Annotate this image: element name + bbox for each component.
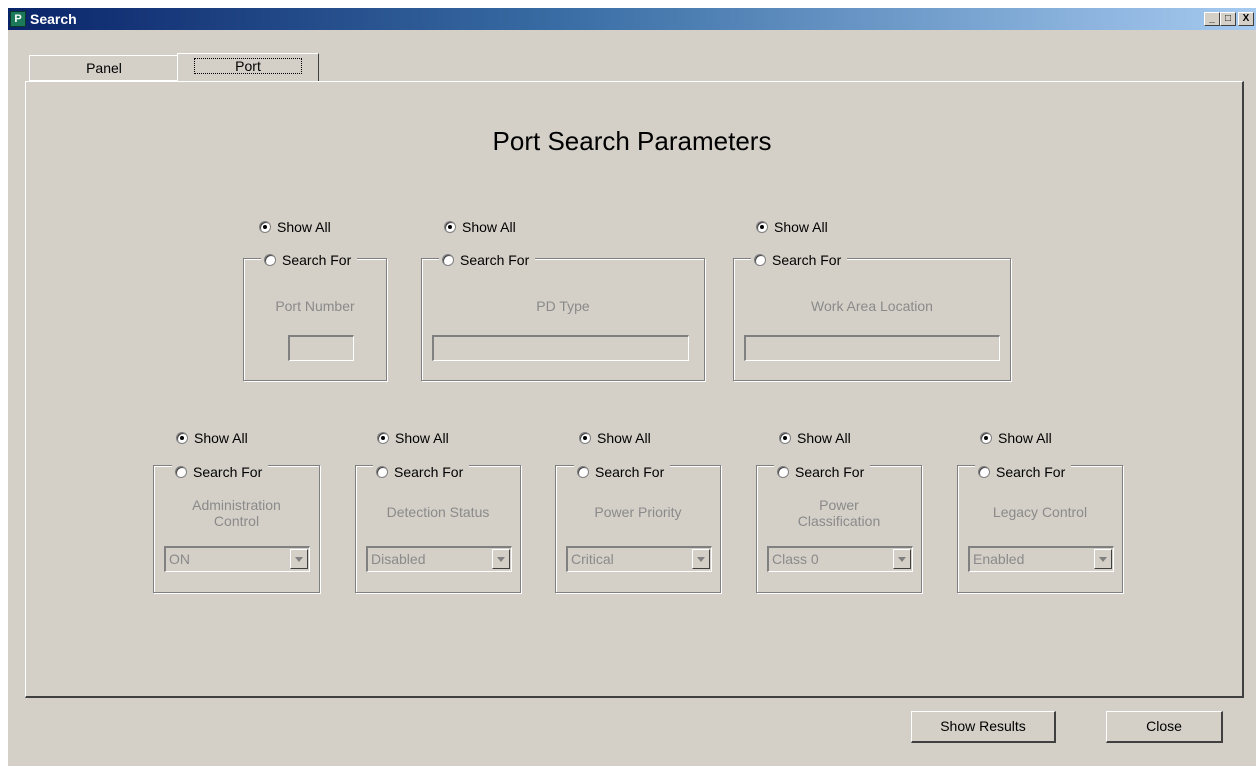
radio-unchecked-icon xyxy=(577,466,589,478)
radio-label: Search For xyxy=(996,464,1066,480)
chevron-down-icon[interactable] xyxy=(290,549,308,569)
chevron-down-icon[interactable] xyxy=(1094,549,1112,569)
chevron-down-icon[interactable] xyxy=(492,549,510,569)
chevron-down-icon[interactable] xyxy=(893,549,911,569)
port-number-show-all-radio[interactable]: Show All xyxy=(259,218,331,236)
work-area-location-input[interactable] xyxy=(744,335,1000,361)
radio-checked-icon xyxy=(579,432,591,444)
detection-status-show-all-radio[interactable]: Show All xyxy=(377,429,449,447)
work-area-location-label: Work Area Location xyxy=(811,298,933,314)
legacy-control-search-for-radio[interactable]: Search For xyxy=(975,463,1072,481)
radio-label: Search For xyxy=(795,464,865,480)
window-title: Search xyxy=(30,11,77,27)
work-area-search-for-radio[interactable]: Search For xyxy=(751,251,848,269)
radio-label: Search For xyxy=(282,252,352,268)
radio-checked-icon xyxy=(377,432,389,444)
legacy-control-select[interactable]: Enabled xyxy=(968,546,1114,572)
radio-unchecked-icon xyxy=(777,466,789,478)
tab-panel[interactable]: Panel xyxy=(29,55,179,81)
title-bar[interactable]: P Search _ □ X xyxy=(8,8,1256,30)
pd-type-group: PD Type xyxy=(421,258,705,381)
detection-status-label: Detection Status xyxy=(386,504,490,520)
radio-label: Show All xyxy=(597,430,651,446)
power-classification-value: Class 0 xyxy=(772,551,819,567)
legacy-control-show-all-radio[interactable]: Show All xyxy=(980,429,1052,447)
radio-unchecked-icon xyxy=(376,466,388,478)
port-number-input[interactable] xyxy=(288,335,354,361)
tab-panel-frame xyxy=(25,81,1244,698)
radio-checked-icon xyxy=(779,432,791,444)
pd-type-show-all-radio[interactable]: Show All xyxy=(444,218,516,236)
admin-control-select[interactable]: ON xyxy=(164,546,310,572)
radio-checked-icon xyxy=(756,221,768,233)
power-priority-value: Critical xyxy=(571,551,614,567)
power-priority-search-for-radio[interactable]: Search For xyxy=(574,463,671,481)
power-classification-select[interactable]: Class 0 xyxy=(767,546,913,572)
work-area-show-all-radio[interactable]: Show All xyxy=(756,218,828,236)
app-icon: P xyxy=(10,11,26,27)
radio-unchecked-icon xyxy=(175,466,187,478)
detection-status-select[interactable]: Disabled xyxy=(366,546,512,572)
radio-label: Search For xyxy=(595,464,665,480)
radio-checked-icon xyxy=(259,221,271,233)
radio-label: Search For xyxy=(460,252,530,268)
power-priority-show-all-radio[interactable]: Show All xyxy=(579,429,651,447)
pd-type-input[interactable] xyxy=(432,335,689,361)
port-number-label: Port Number xyxy=(275,298,355,314)
admin-control-value: ON xyxy=(169,551,190,567)
radio-label: Show All xyxy=(462,219,516,235)
detection-status-search-for-radio[interactable]: Search For xyxy=(373,463,470,481)
radio-label: Show All xyxy=(797,430,851,446)
power-classification-show-all-radio[interactable]: Show All xyxy=(779,429,851,447)
radio-checked-icon xyxy=(444,221,456,233)
radio-label: Show All xyxy=(277,219,331,235)
power-priority-label: Power Priority xyxy=(594,504,682,520)
radio-label: Show All xyxy=(194,430,248,446)
radio-label: Search For xyxy=(394,464,464,480)
radio-unchecked-icon xyxy=(978,466,990,478)
legacy-control-group: Legacy Control Enabled xyxy=(957,465,1123,593)
close-button[interactable]: Close xyxy=(1106,711,1223,743)
port-number-group: Port Number xyxy=(243,258,387,381)
maximize-icon[interactable]: □ xyxy=(1220,12,1236,26)
port-number-search-for-radio[interactable]: Search For xyxy=(261,251,358,269)
power-priority-group: Power Priority Critical xyxy=(555,465,721,593)
work-area-location-group: Work Area Location xyxy=(733,258,1011,381)
tab-port[interactable]: Port xyxy=(177,53,319,82)
minimize-icon[interactable]: _ xyxy=(1204,12,1220,26)
power-classification-label: Power Classification xyxy=(797,497,881,529)
power-classification-group: Power Classification Class 0 xyxy=(756,465,922,593)
radio-label: Show All xyxy=(774,219,828,235)
admin-control-show-all-radio[interactable]: Show All xyxy=(176,429,248,447)
radio-unchecked-icon xyxy=(264,254,276,266)
detection-status-value: Disabled xyxy=(371,551,426,567)
power-classification-search-for-radio[interactable]: Search For xyxy=(774,463,871,481)
detection-status-group: Detection Status Disabled xyxy=(355,465,521,593)
legacy-control-label: Legacy Control xyxy=(992,504,1088,520)
radio-unchecked-icon xyxy=(442,254,454,266)
pd-type-search-for-radio[interactable]: Search For xyxy=(439,251,536,269)
chevron-down-icon[interactable] xyxy=(692,549,710,569)
pd-type-label: PD Type xyxy=(536,298,590,314)
radio-checked-icon xyxy=(980,432,992,444)
page-title: Port Search Parameters xyxy=(492,126,772,156)
show-results-button[interactable]: Show Results xyxy=(911,711,1056,743)
radio-checked-icon xyxy=(176,432,188,444)
radio-label: Search For xyxy=(772,252,842,268)
admin-control-group: Administration Control ON xyxy=(153,465,320,593)
radio-unchecked-icon xyxy=(754,254,766,266)
radio-label: Show All xyxy=(998,430,1052,446)
admin-control-label: Administration Control xyxy=(192,497,281,529)
admin-control-search-for-radio[interactable]: Search For xyxy=(172,463,269,481)
search-window: P Search _ □ X Panel Port Port Search Pa… xyxy=(8,8,1256,766)
legacy-control-value: Enabled xyxy=(973,551,1025,567)
close-icon[interactable]: X xyxy=(1238,12,1254,26)
radio-label: Show All xyxy=(395,430,449,446)
power-priority-select[interactable]: Critical xyxy=(566,546,712,572)
tab-port-label: Port xyxy=(194,58,302,74)
radio-label: Search For xyxy=(193,464,263,480)
